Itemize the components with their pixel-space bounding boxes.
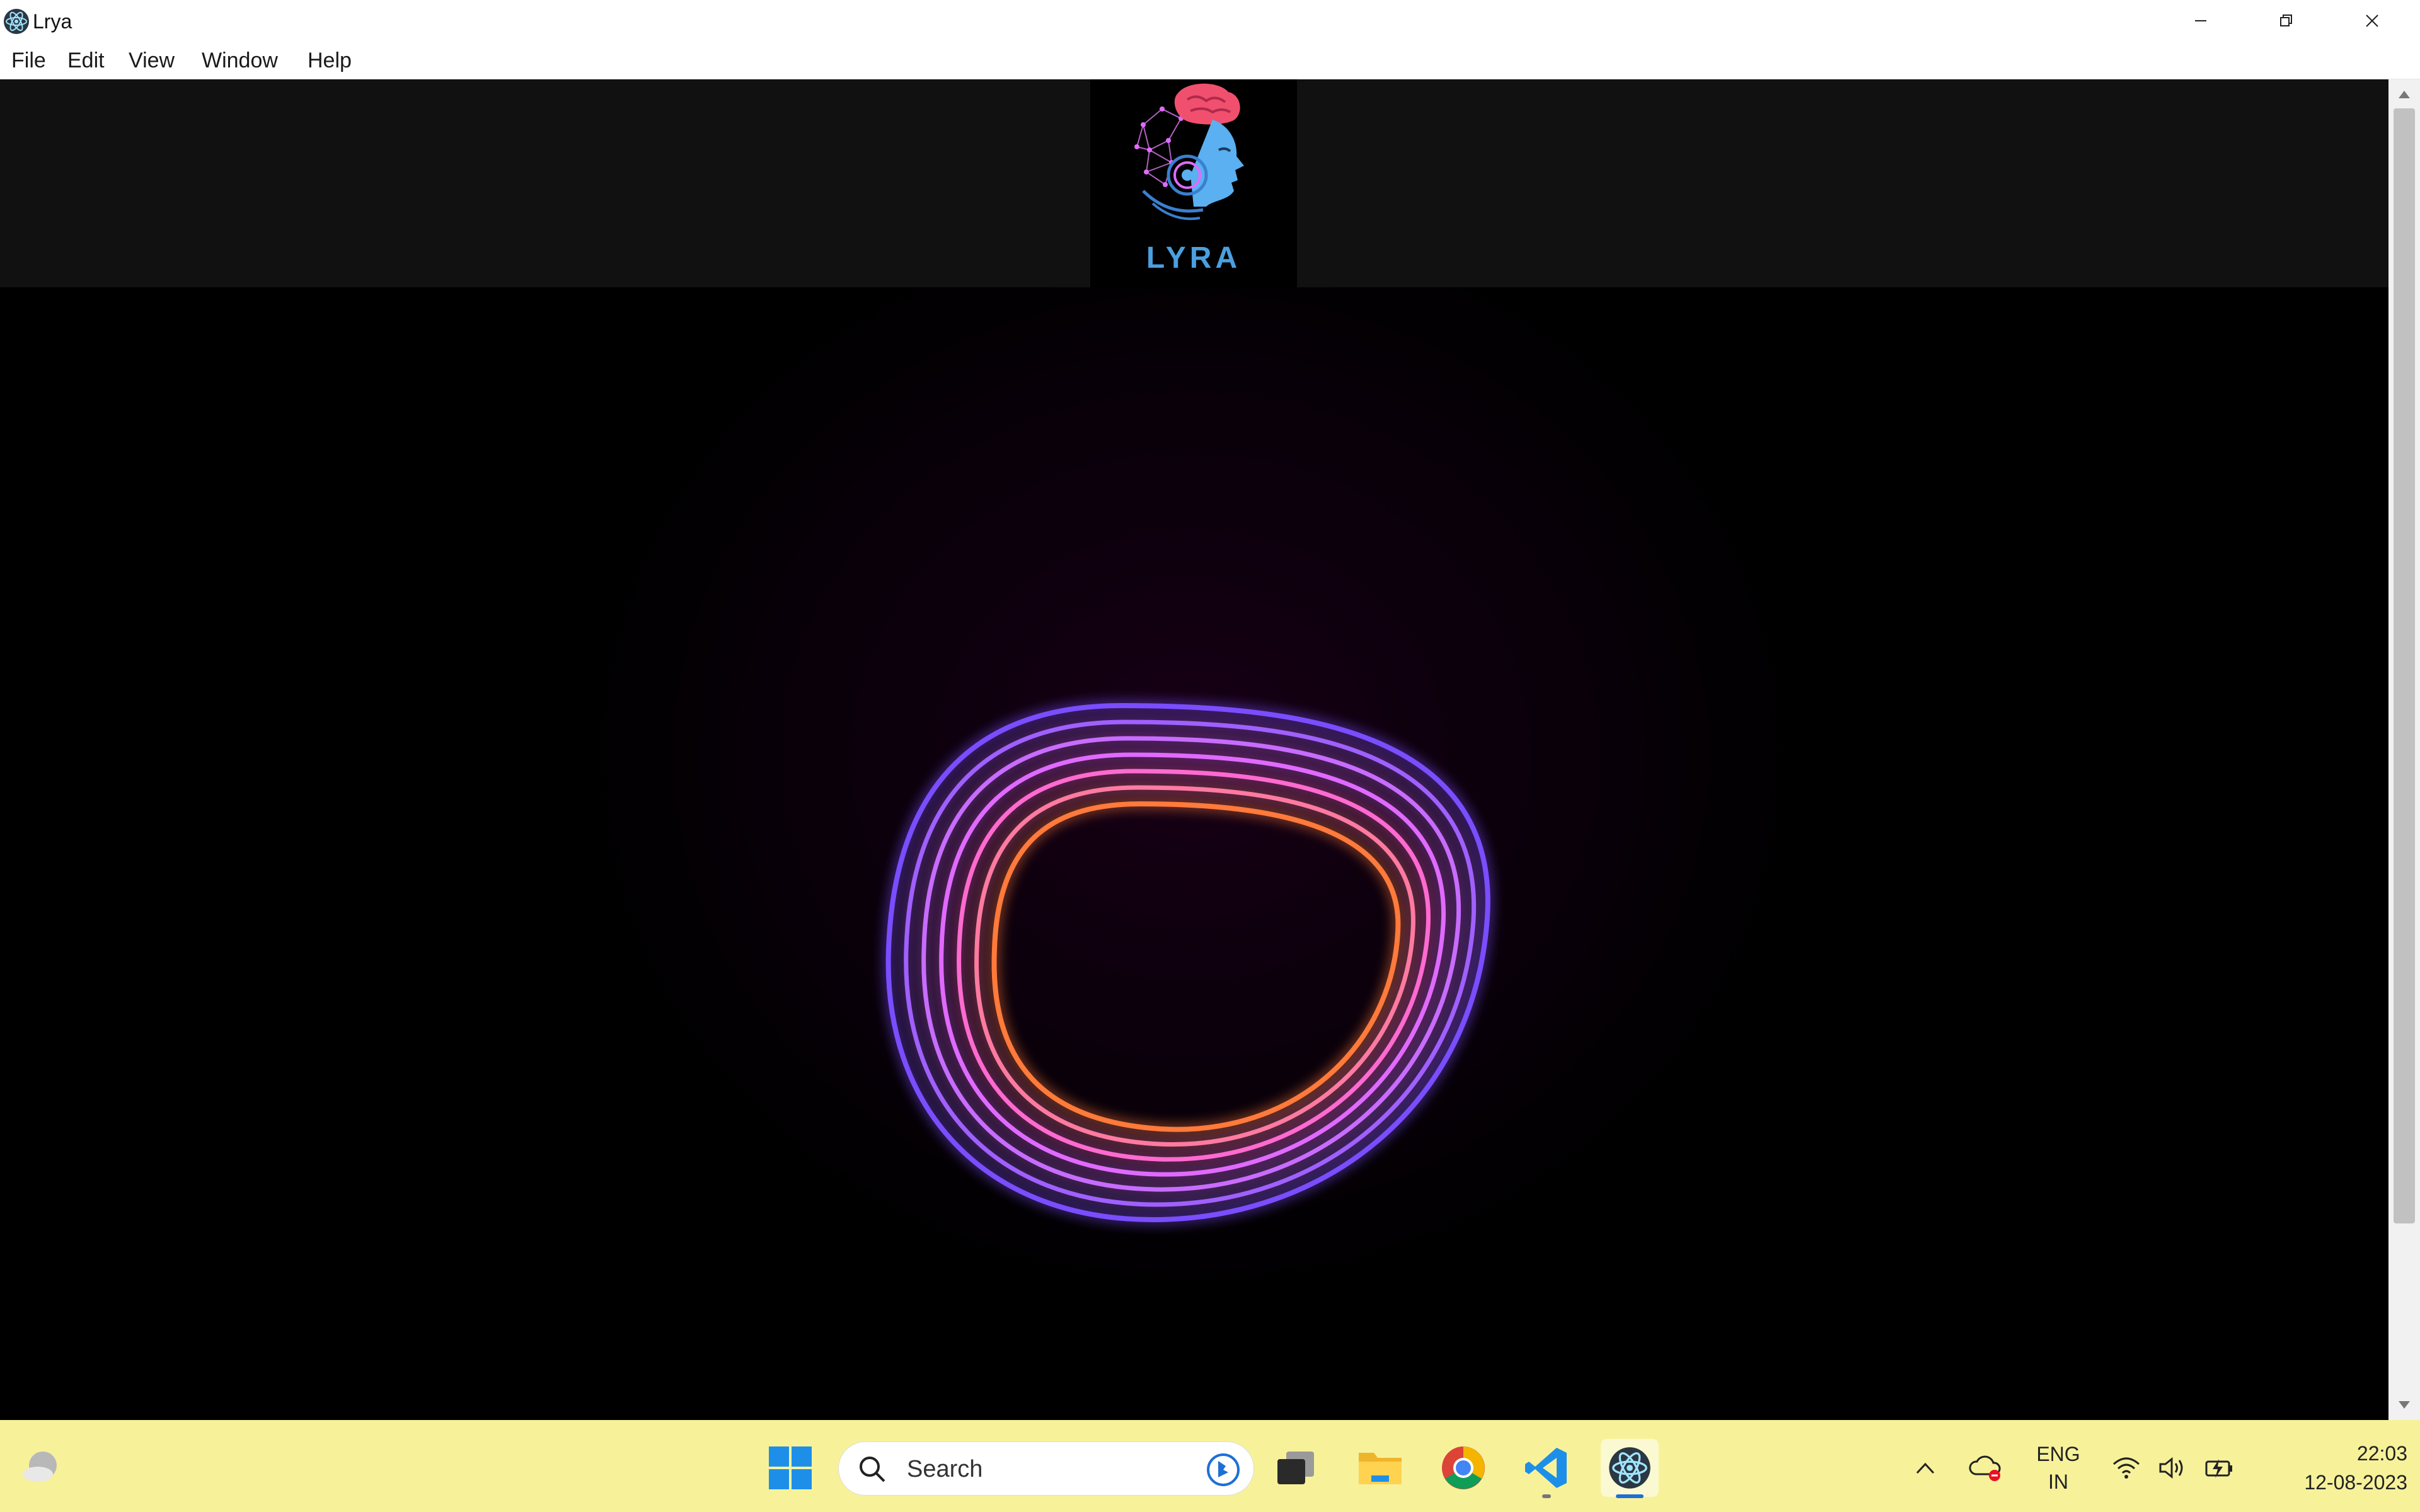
task-view-icon	[1277, 1452, 1314, 1484]
restore-button[interactable]	[2244, 0, 2329, 42]
search-placeholder: Search	[907, 1456, 983, 1482]
weather-widget-icon[interactable]	[19, 1445, 63, 1489]
chevron-up-icon	[1916, 1462, 1935, 1474]
logo: LYRA	[1090, 79, 1297, 287]
bing-chat-icon[interactable]	[1206, 1452, 1241, 1487]
search-icon	[860, 1457, 885, 1482]
clock[interactable]: 22:03 12-08-2023	[2250, 1439, 2407, 1497]
menu-help[interactable]: Help	[305, 47, 354, 74]
battery-button[interactable]	[2202, 1439, 2237, 1497]
lyra-app-icon	[1609, 1447, 1651, 1489]
vscode-icon	[1525, 1448, 1567, 1488]
lyra-head-logo-icon	[1134, 83, 1244, 220]
lyra-app-button[interactable]	[1601, 1439, 1659, 1498]
language-indicator[interactable]: ENG IN	[2024, 1440, 2092, 1496]
battery-charging-icon	[2205, 1459, 2232, 1478]
menu-window[interactable]: Window	[199, 47, 280, 74]
running-indicator	[1542, 1494, 1551, 1498]
onedrive-status-button[interactable]	[1966, 1439, 2004, 1497]
language-code: ENG	[2036, 1443, 2080, 1465]
taskbar: Search ENG IN 22:03 12-08-2023	[0, 1420, 2420, 1512]
wifi-button[interactable]	[2109, 1439, 2144, 1497]
arrow-up-icon	[2399, 91, 2410, 98]
window-title: Lrya	[33, 10, 72, 33]
cloud-offline-icon	[1969, 1455, 2001, 1481]
active-indicator	[1616, 1494, 1644, 1498]
start-button[interactable]	[761, 1439, 819, 1497]
task-view-button[interactable]	[1267, 1439, 1325, 1497]
logo-text: LYRA	[1146, 241, 1242, 275]
wifi-icon	[2112, 1457, 2140, 1479]
show-hidden-icons-button[interactable]	[1910, 1439, 1941, 1497]
close-button[interactable]	[2329, 0, 2415, 42]
chrome-button[interactable]	[1434, 1439, 1492, 1497]
scroll-up-button[interactable]	[2388, 82, 2420, 107]
vscode-button[interactable]	[1518, 1439, 1576, 1498]
arrow-down-icon	[2399, 1401, 2410, 1409]
speaker-icon	[2159, 1457, 2183, 1479]
menu-edit[interactable]: Edit	[65, 47, 107, 74]
scroll-thumb[interactable]	[2394, 108, 2415, 1223]
volume-button[interactable]	[2155, 1439, 2191, 1497]
clock-time: 22:03	[2356, 1442, 2407, 1465]
app-icon	[4, 9, 29, 34]
language-region: IN	[2048, 1470, 2068, 1493]
clock-date: 12-08-2023	[2304, 1471, 2407, 1494]
minimize-button[interactable]	[2158, 0, 2244, 42]
scroll-down-button[interactable]	[2388, 1392, 2420, 1418]
chrome-icon	[1442, 1446, 1485, 1489]
file-explorer-button[interactable]	[1351, 1439, 1409, 1497]
file-explorer-icon	[1359, 1453, 1402, 1484]
title-bar: Lrya	[0, 0, 2420, 42]
menu-view[interactable]: View	[126, 47, 177, 74]
app-content: LYRA	[0, 79, 2388, 1420]
menu-file[interactable]: File	[9, 47, 49, 74]
taskbar-search[interactable]: Search	[838, 1441, 1254, 1496]
restore-icon	[2280, 14, 2292, 26]
voice-orb-visualizer	[498, 287, 1884, 1420]
vertical-scrollbar[interactable]	[2388, 79, 2420, 1420]
menu-bar: File Edit View Window Help	[0, 42, 2420, 79]
minimize-icon	[2195, 20, 2206, 21]
windows-start-icon	[769, 1446, 812, 1489]
close-icon	[2366, 14, 2378, 27]
